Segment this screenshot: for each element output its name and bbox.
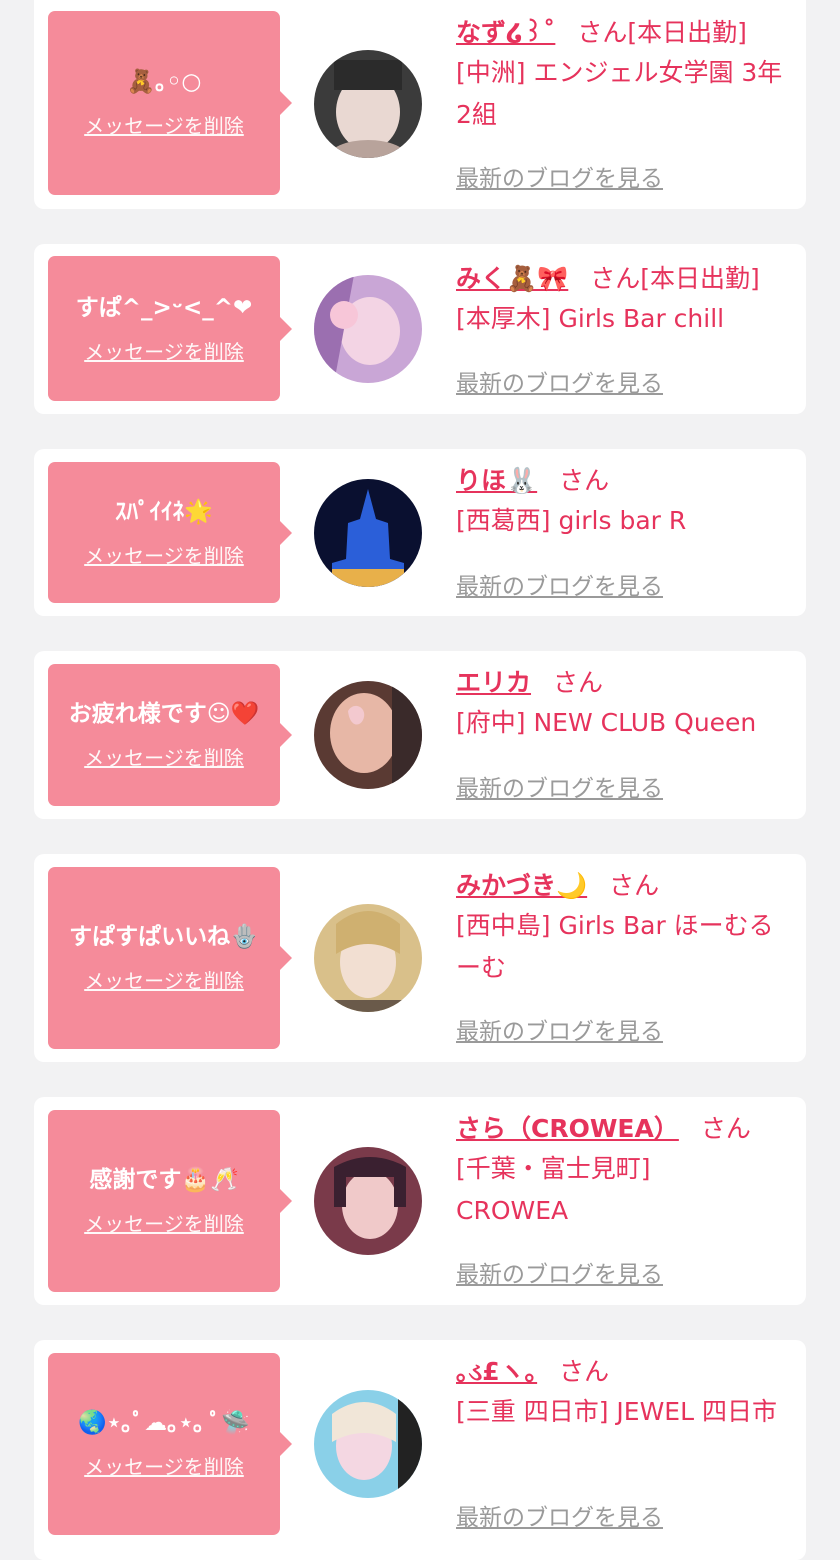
message-text: すぱ^_>ᵕ<_^❤ xyxy=(75,294,253,321)
name-line: みかづき🌙 さん xyxy=(456,867,798,905)
cast-info: りほ🐰 さん [西葛西] girls bar R xyxy=(456,462,798,542)
message-bubble: すぱ^_>ᵕ<_^❤ メッセージを削除 xyxy=(48,256,292,401)
avatar-image xyxy=(314,275,422,383)
cast-info: ｡ડ£ヽ｡ さん [三重 四日市] JEWEL 四日市 xyxy=(456,1353,798,1433)
delete-message-link[interactable]: メッセージを削除 xyxy=(84,1211,244,1237)
message-bubble: 🌏⋆｡ﾟ☁︎｡⋆｡ ﾟ🛸 メッセージを削除 xyxy=(48,1353,292,1535)
avatar-image xyxy=(314,50,422,158)
message-text: 🌏⋆｡ﾟ☁︎｡⋆｡ ﾟ🛸 xyxy=(78,1410,250,1436)
message-bubble: お疲れ様です☺︎❤️ メッセージを削除 xyxy=(48,664,292,806)
message-text: すぱすぱいいね🪬 xyxy=(69,924,259,950)
cast-info: さら（CROWEA） さん [千葉・富士見町] CROWEA xyxy=(456,1110,798,1232)
message-card: ｽﾊﾟｲｲﾈ🌟 メッセージを削除 りほ🐰 さん [西葛西] girls bar R… xyxy=(34,449,806,616)
name-line: みく🧸🎀 さん[本日出勤] xyxy=(456,260,798,298)
avatar[interactable] xyxy=(314,1390,422,1498)
shop-name: [中洲] エンジェル女学園 3年2組 xyxy=(456,58,783,129)
message-card: 感謝です🎂🥂 メッセージを削除 さら（CROWEA） さん [千葉・富士見町] C… xyxy=(34,1097,806,1305)
delete-message-link[interactable]: メッセージを削除 xyxy=(84,745,244,771)
latest-blog-link[interactable]: 最新のブログを見る xyxy=(456,364,663,398)
cast-info: なず໒꒱˚ さん[本日出勤] [中洲] エンジェル女学園 3年2組 xyxy=(456,14,798,136)
latest-blog-link[interactable]: 最新のブログを見る xyxy=(456,159,663,193)
name-line: りほ🐰 さん xyxy=(456,462,798,500)
status-label: [本日出勤] xyxy=(627,18,747,47)
cast-name-link[interactable]: さら（CROWEA） xyxy=(456,1114,679,1143)
shop-name: [本厚木] Girls Bar chill xyxy=(456,304,725,333)
avatar-image xyxy=(314,904,422,1012)
honorific: さん xyxy=(700,1114,751,1143)
delete-message-link[interactable]: メッセージを削除 xyxy=(84,968,244,994)
name-line: エリカ さん xyxy=(456,664,798,702)
name-line: なず໒꒱˚ さん[本日出勤] xyxy=(456,14,798,52)
avatar-image xyxy=(314,681,422,789)
message-text: お疲れ様です☺︎❤️ xyxy=(68,701,260,727)
shop-name: [三重 四日市] JEWEL 四日市 xyxy=(456,1397,777,1426)
latest-blog-link[interactable]: 最新のブログを見る xyxy=(456,1255,663,1289)
name-line: ｡ડ£ヽ｡ さん xyxy=(456,1353,798,1391)
cast-name-link[interactable]: りほ🐰 xyxy=(456,466,537,495)
shop-name: [西葛西] girls bar R xyxy=(456,506,687,535)
message-bubble: ｽﾊﾟｲｲﾈ🌟 メッセージを削除 xyxy=(48,462,292,603)
avatar-image xyxy=(314,479,422,587)
delete-message-link[interactable]: メッセージを削除 xyxy=(84,1454,244,1480)
avatar-image xyxy=(314,1390,422,1498)
shop-name: [府中] NEW CLUB Queen xyxy=(456,708,757,737)
status-label: [本日出勤] xyxy=(640,264,760,293)
message-bubble: 感謝です🎂🥂 メッセージを削除 xyxy=(48,1110,292,1292)
avatar[interactable] xyxy=(314,1147,422,1255)
message-bubble: 🧸｡◦○ メッセージを削除 xyxy=(48,11,292,195)
cast-name-link[interactable]: ｡ડ£ヽ｡ xyxy=(456,1357,537,1386)
cast-name-link[interactable]: みかづき🌙 xyxy=(456,871,587,900)
shop-name: [西中島] Girls Bar ほーむるーむ xyxy=(456,911,774,982)
message-text: 感謝です🎂🥂 xyxy=(89,1167,239,1193)
delete-message-link[interactable]: メッセージを削除 xyxy=(84,339,244,365)
avatar[interactable] xyxy=(314,50,422,158)
message-text: 🧸｡◦○ xyxy=(126,69,202,95)
cast-name-link[interactable]: みく🧸🎀 xyxy=(456,264,568,293)
message-card: 🧸｡◦○ メッセージを削除 なず໒꒱˚ さん[本日出勤] [中洲] エンジェル女学… xyxy=(34,0,806,209)
cast-name-link[interactable]: なず໒꒱˚ xyxy=(456,18,555,47)
honorific: さん xyxy=(559,1357,610,1386)
message-card: すぱ^_>ᵕ<_^❤ メッセージを削除 みく🧸🎀 さん[本日出勤] [本厚木] G… xyxy=(34,244,806,414)
latest-blog-link[interactable]: 最新のブログを見る xyxy=(456,1012,663,1046)
message-card: 🌏⋆｡ﾟ☁︎｡⋆｡ ﾟ🛸 メッセージを削除 ｡ડ£ヽ｡ さん [三重 四日市] J… xyxy=(34,1340,806,1560)
latest-blog-link[interactable]: 最新のブログを見る xyxy=(456,769,663,803)
honorific: さん xyxy=(553,668,604,697)
cast-info: みかづき🌙 さん [西中島] Girls Bar ほーむるーむ xyxy=(456,867,798,989)
cast-info: みく🧸🎀 さん[本日出勤] [本厚木] Girls Bar chill xyxy=(456,260,798,340)
delete-message-link[interactable]: メッセージを削除 xyxy=(84,113,244,139)
delete-message-link[interactable]: メッセージを削除 xyxy=(84,543,244,569)
honorific: さん xyxy=(590,264,641,293)
cast-info: エリカ さん [府中] NEW CLUB Queen xyxy=(456,664,798,744)
avatar[interactable] xyxy=(314,681,422,789)
message-bubble: すぱすぱいいね🪬 メッセージを削除 xyxy=(48,867,292,1049)
cast-name-link[interactable]: エリカ xyxy=(456,668,531,697)
avatar[interactable] xyxy=(314,275,422,383)
message-text: ｽﾊﾟｲｲﾈ🌟 xyxy=(115,498,213,525)
honorific: さん xyxy=(609,871,660,900)
message-card: すぱすぱいいね🪬 メッセージを削除 みかづき🌙 さん [西中島] Girls Ba… xyxy=(34,854,806,1062)
avatar-image xyxy=(314,1147,422,1255)
message-card: お疲れ様です☺︎❤️ メッセージを削除 エリカ さん [府中] NEW CLUB … xyxy=(34,651,806,819)
latest-blog-link[interactable]: 最新のブログを見る xyxy=(456,1498,663,1532)
latest-blog-link[interactable]: 最新のブログを見る xyxy=(456,567,663,601)
avatar[interactable] xyxy=(314,479,422,587)
honorific: さん xyxy=(559,466,610,495)
avatar[interactable] xyxy=(314,904,422,1012)
honorific: さん xyxy=(577,18,628,47)
shop-name: [千葉・富士見町] CROWEA xyxy=(456,1154,651,1225)
name-line: さら（CROWEA） さん xyxy=(456,1110,798,1148)
